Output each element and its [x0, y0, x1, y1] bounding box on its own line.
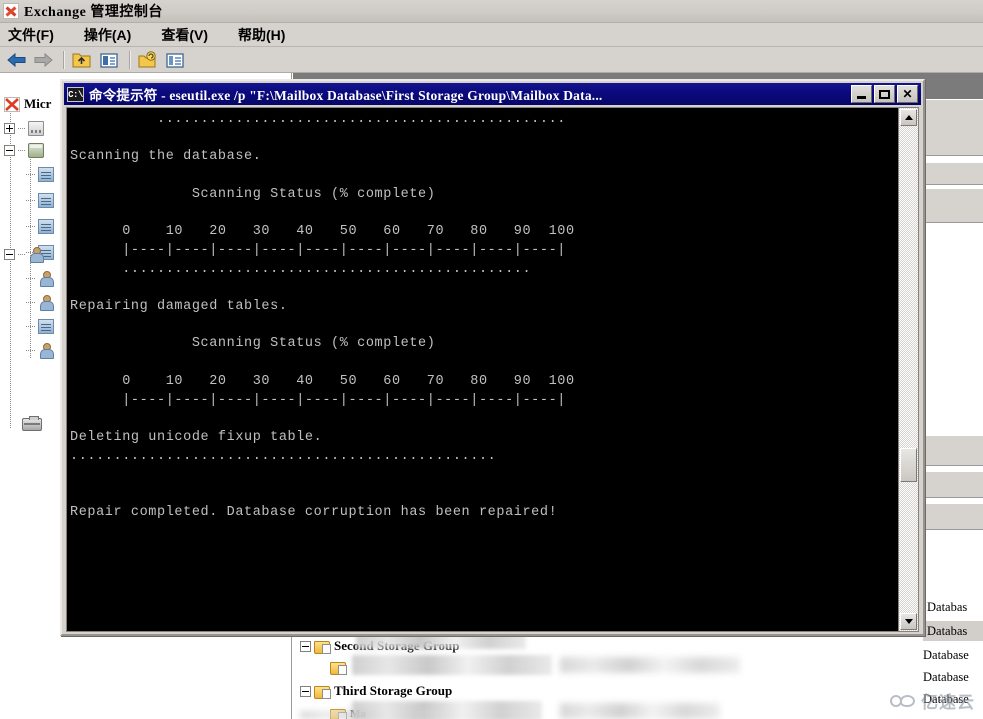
redaction-blur [560, 657, 740, 673]
list-item-label: Database [923, 669, 969, 684]
tree-node-toolbox[interactable] [22, 415, 46, 433]
tree-node-child[interactable] [26, 165, 58, 183]
watermark-text: 亿速云 [921, 693, 975, 712]
tree-connector [26, 349, 36, 351]
watermark: 亿速云 [890, 688, 975, 713]
expander-minus-icon[interactable] [4, 248, 15, 260]
storage-group-folder-icon [314, 684, 331, 699]
tree-node-organization[interactable] [4, 119, 48, 137]
mmc-titlebar: Exchange 管理控制台 [0, 0, 983, 23]
tree-node-child[interactable] [26, 269, 58, 287]
tree-connector [26, 277, 36, 279]
menu-item-view[interactable]: 查看(V) [161, 25, 208, 45]
tree-node-child[interactable] [26, 217, 58, 235]
mailbox-database-icon [28, 142, 44, 158]
toolbar-separator-2 [129, 50, 131, 69]
toolbox-icon [22, 415, 42, 431]
command-prompt-title: 命令提示符 - eseutil.exe /p "F:\Mailbox Datab… [89, 88, 603, 103]
tree-root-node[interactable]: Micr [4, 95, 51, 113]
list-item[interactable]: Database [923, 645, 969, 665]
menu-item-action[interactable]: 操作(A) [84, 25, 131, 45]
tree-connector [26, 199, 36, 201]
redaction-blur [560, 703, 720, 719]
exchange-logo-icon [4, 96, 20, 112]
tree-root-label: Micr [24, 96, 52, 111]
tree-node-child[interactable] [26, 191, 58, 209]
command-prompt-window[interactable]: C:\ 命令提示符 - eseutil.exe /p "F:\Mailbox D… [60, 79, 925, 636]
mailbox-database-icon [330, 660, 347, 675]
list-item-label: Databas [927, 623, 968, 638]
tree-node-second-storage-child[interactable] [330, 658, 350, 676]
tree-node-label: Third Storage Group [334, 683, 453, 698]
console-scrollbar[interactable] [898, 108, 918, 631]
close-button[interactable]: ✕ [897, 85, 918, 103]
mailbox-icon [38, 218, 54, 234]
scroll-up-arrow-icon [905, 115, 913, 120]
tree-connector [18, 149, 26, 151]
menu-bar: 文件(F) 操作(A) 查看(V) 帮助(H) [0, 23, 983, 47]
mailbox-icon [38, 192, 54, 208]
list-item-label: Database [923, 647, 969, 662]
menu-item-file[interactable]: 文件(F) [8, 25, 54, 45]
tree-node-child[interactable] [26, 293, 58, 311]
expander-minus-icon[interactable] [300, 685, 311, 697]
scrollbar-thumb[interactable] [900, 448, 917, 482]
console-icon: C:\ [67, 86, 84, 102]
tree-node-server-configuration[interactable] [4, 141, 48, 159]
scroll-up-button[interactable] [900, 109, 917, 126]
window-title: Exchange 管理控制台 [24, 5, 163, 20]
expander-minus-icon[interactable] [4, 144, 15, 156]
cloud-icon [890, 693, 916, 709]
tree-node-child[interactable] [26, 317, 58, 335]
command-prompt-titlebar[interactable]: C:\ 命令提示符 - eseutil.exe /p "F:\Mailbox D… [64, 83, 921, 105]
tree-node-third-storage-group[interactable]: Third Storage Group [300, 682, 452, 700]
tree-connector [26, 301, 36, 303]
server-icon [28, 120, 44, 136]
console-output[interactable]: ........................................… [67, 108, 898, 631]
list-item-label: Databas [927, 599, 968, 614]
list-item[interactable]: Databas [923, 621, 983, 641]
mailbox-icon [38, 166, 54, 182]
storage-group-folder-icon [314, 639, 331, 654]
tree-connector [10, 113, 11, 428]
tree-connector [26, 325, 36, 327]
scroll-down-arrow-icon [905, 619, 913, 624]
close-icon: ✕ [902, 87, 913, 101]
tree-node-recipient-configuration[interactable] [4, 245, 48, 263]
user-icon [38, 342, 54, 359]
tree-connector [18, 127, 26, 129]
user-icon [38, 270, 54, 287]
redaction-blur [300, 711, 450, 719]
maximize-button[interactable] [874, 85, 895, 103]
exchange-logo-icon [3, 3, 19, 19]
mail-contact-icon [38, 318, 54, 334]
user-icon [38, 294, 54, 311]
window-controls: ✕ [849, 85, 918, 103]
menu-item-help[interactable]: 帮助(H) [238, 25, 285, 45]
tree-node-child[interactable] [26, 341, 58, 359]
user-icon [28, 246, 44, 263]
redaction-blur [352, 655, 552, 675]
properties-icon[interactable] [97, 49, 121, 71]
forward-arrow-icon[interactable] [32, 50, 54, 70]
list-item[interactable]: Databas [927, 597, 967, 617]
show-pane-icon[interactable] [163, 49, 187, 71]
command-prompt-client-area: ........................................… [66, 107, 919, 632]
maximize-icon [875, 86, 894, 102]
minimize-button[interactable] [851, 85, 872, 103]
tree-connector [18, 253, 26, 255]
list-item[interactable]: Database [923, 667, 969, 687]
toolbar-separator-1 [63, 50, 65, 69]
tree-connector [26, 225, 36, 227]
up-folder-icon[interactable] [70, 49, 94, 71]
scroll-down-button[interactable] [900, 613, 917, 630]
back-arrow-icon[interactable] [6, 50, 28, 70]
tree-connector [26, 173, 36, 175]
expander-plus-icon[interactable] [4, 122, 15, 134]
exchange-management-console-window: Exchange 管理控制台 文件(F) 操作(A) 查看(V) 帮助(H) M… [0, 0, 983, 719]
toolbar [0, 47, 983, 73]
refresh-folder-icon[interactable] [136, 49, 160, 71]
minimize-icon [852, 86, 871, 102]
expander-minus-icon[interactable] [300, 640, 311, 652]
